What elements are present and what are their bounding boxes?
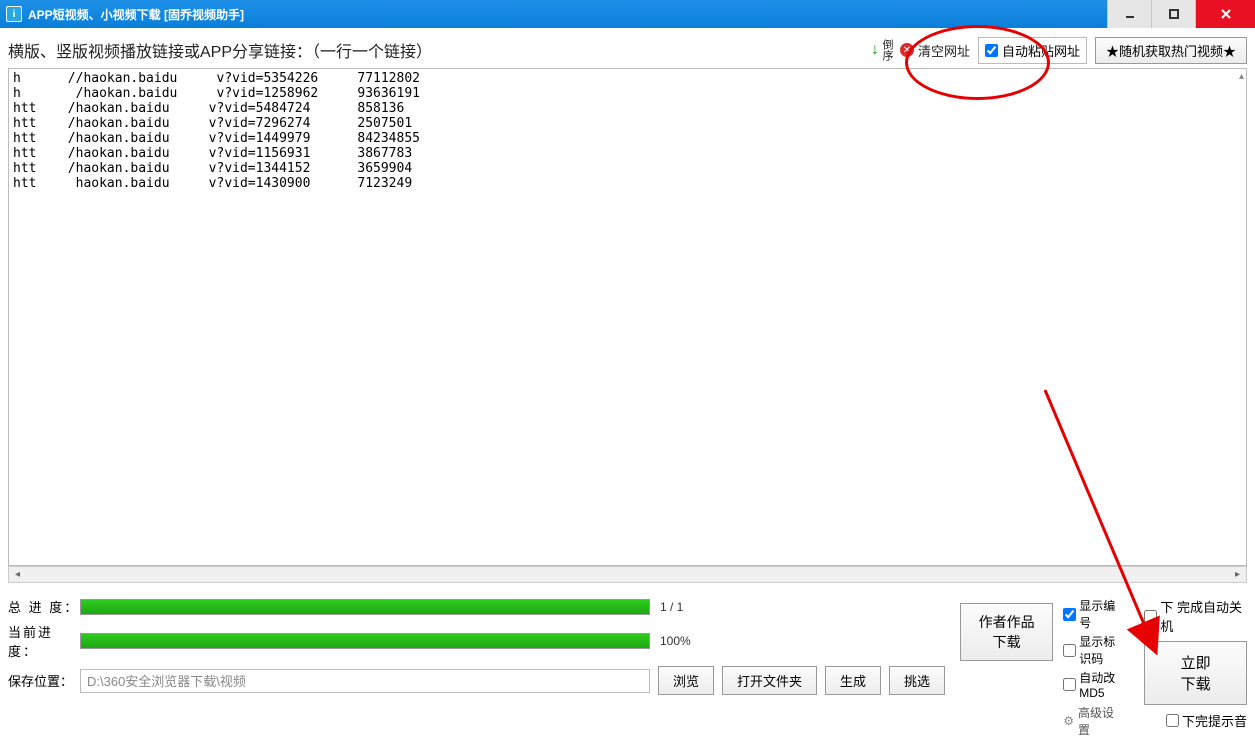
clear-x-icon: ✕ xyxy=(900,43,914,57)
current-progress-label: 当前进度： xyxy=(8,622,80,660)
current-progress-text: 100% xyxy=(660,634,691,648)
url-textarea-container: ▴ xyxy=(8,68,1247,566)
auto-paste-checkbox[interactable]: 自动粘贴网址 xyxy=(978,37,1087,64)
advanced-settings-link[interactable]: ⚙ 高级设置 xyxy=(1063,704,1124,738)
scroll-left-icon[interactable]: ◂ xyxy=(9,567,26,582)
total-progress-text: 1 / 1 xyxy=(660,600,683,614)
gear-icon: ⚙ xyxy=(1063,714,1074,728)
app-icon: i xyxy=(6,6,22,22)
save-location-label: 保存位置： xyxy=(8,671,80,690)
open-folder-button[interactable]: 打开文件夹 xyxy=(722,666,817,695)
options-column: 显示编号 显示标识码 自动改MD5 ⚙ 高级设置 xyxy=(1063,597,1124,738)
titlebar: i APP短视频、小视频下载 [固乔视频助手] xyxy=(0,0,1255,28)
save-path-input[interactable] xyxy=(80,669,650,693)
download-now-button[interactable]: 立即下载 xyxy=(1144,641,1247,705)
auto-paste-label: 自动粘贴网址 xyxy=(1002,41,1080,60)
auto-paste-input[interactable] xyxy=(985,44,998,57)
maximize-button[interactable] xyxy=(1151,0,1195,28)
browse-button[interactable]: 浏览 xyxy=(658,666,714,695)
scroll-right-icon[interactable]: ▸ xyxy=(1229,567,1246,582)
url-instruction-label: 横版、竖版视频播放链接或APP分享链接：（一行一个链接） xyxy=(8,38,432,62)
clear-urls-button[interactable]: ✕ 清空网址 xyxy=(900,41,970,60)
horizontal-scrollbar[interactable]: ◂ ▸ xyxy=(8,566,1247,583)
total-progress-label: 总 进 度： xyxy=(8,597,80,616)
sort-label: 倒序 xyxy=(881,39,892,61)
scroll-up-icon[interactable]: ▴ xyxy=(1239,71,1244,82)
show-number-checkbox[interactable]: 显示编号 xyxy=(1063,597,1124,631)
window-title: APP短视频、小视频下载 [固乔视频助手] xyxy=(28,6,244,23)
auto-shutdown-checkbox[interactable]: 下 完成自动关机 xyxy=(1144,597,1247,635)
close-button[interactable] xyxy=(1195,0,1255,28)
pick-button[interactable]: 挑选 xyxy=(889,666,945,695)
url-textarea[interactable] xyxy=(9,69,1246,565)
done-sound-checkbox[interactable]: 下完提示音 xyxy=(1166,711,1247,730)
minimize-button[interactable] xyxy=(1107,0,1151,28)
show-id-checkbox[interactable]: 显示标识码 xyxy=(1063,633,1124,667)
right-actions-column: 下 完成自动关机 立即下载 下完提示音 xyxy=(1144,597,1247,734)
auto-md5-checkbox[interactable]: 自动改MD5 xyxy=(1063,669,1124,700)
generate-button[interactable]: 生成 xyxy=(825,666,881,695)
author-works-button[interactable]: 作者作品下载 xyxy=(960,603,1053,661)
current-progress-bar xyxy=(80,633,650,649)
arrow-down-icon: ↓ xyxy=(871,41,879,59)
reverse-sort-button[interactable]: ↓ 倒序 xyxy=(871,39,892,61)
random-hot-button[interactable]: ★随机获取热门视频★ xyxy=(1095,37,1247,64)
top-toolbar: 横版、竖版视频播放链接或APP分享链接：（一行一个链接） ↓ 倒序 ✕ 清空网址… xyxy=(8,36,1247,64)
total-progress-bar xyxy=(80,599,650,615)
clear-label: 清空网址 xyxy=(918,41,970,60)
bottom-panel: 总 进 度： 1 / 1 当前进度： 100% 保存位置： 浏览 xyxy=(8,593,1247,738)
